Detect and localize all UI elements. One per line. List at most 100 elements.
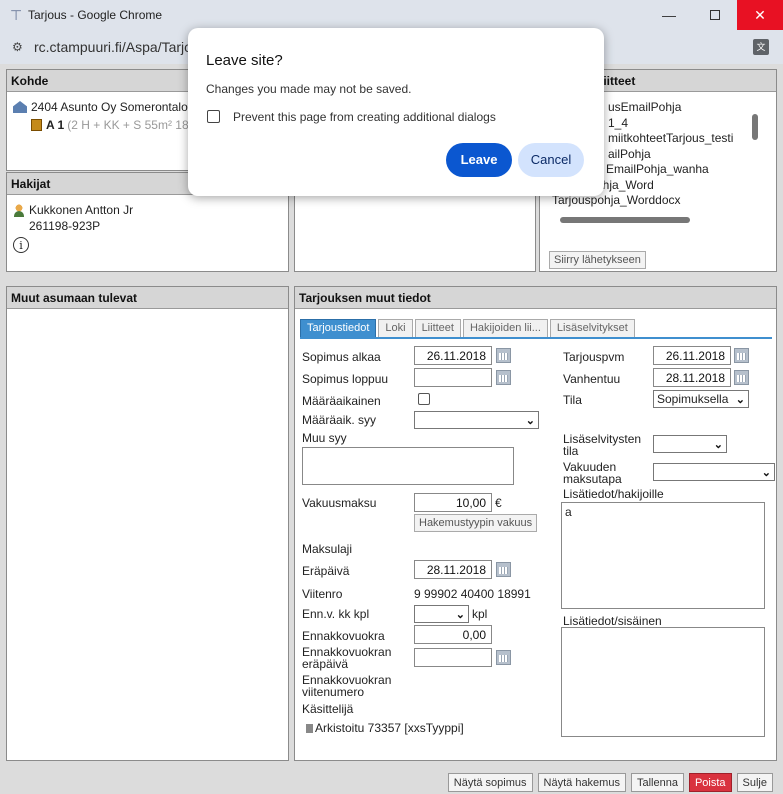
door-icon xyxy=(31,119,42,131)
ennakko-erapaiva-input[interactable] xyxy=(414,648,492,667)
calendar-icon[interactable] xyxy=(496,562,511,577)
label-sopimus-alkaa: Sopimus alkaa xyxy=(302,350,381,364)
chevron-down-icon: ⌄ xyxy=(713,438,723,451)
maaraaikainen-checkbox[interactable] xyxy=(418,393,430,405)
tarjous-header: Tarjouksen muut tiedot xyxy=(295,287,776,309)
applicant-row[interactable]: Kukkonen Antton Jr xyxy=(7,201,288,219)
label-muu-syy: Muu syy xyxy=(302,431,347,445)
calendar-icon[interactable] xyxy=(496,348,511,363)
maximize-button[interactable] xyxy=(692,0,738,30)
maaraaik-syy-select[interactable]: ⌄ xyxy=(414,411,539,429)
applicant-name[interactable]: Kukkonen Antton Jr xyxy=(29,203,133,217)
label-ennv-kk: Enn.v. kk kpl xyxy=(302,607,370,621)
kpl-unit: kpl xyxy=(472,607,488,621)
tab-underline xyxy=(300,337,772,339)
send-button[interactable]: Siirry lähetykseen xyxy=(549,251,646,269)
tallenna-button[interactable]: Tallenna xyxy=(630,773,684,792)
minimize-button[interactable]: — xyxy=(646,0,692,30)
calendar-icon[interactable] xyxy=(496,370,511,385)
info-icon[interactable]: i xyxy=(13,237,29,253)
vakuusmaksu-input[interactable]: 10,00 xyxy=(414,493,492,512)
lisatiedot-hakijoille-textarea[interactable]: a xyxy=(561,502,765,609)
label-kasittelija: Käsittelijä xyxy=(302,702,354,716)
translate-icon[interactable]: 文 xyxy=(753,39,769,55)
tarjouspvm-input[interactable]: 26.11.2018 xyxy=(653,346,731,365)
viitenro-value: 9 99902 40400 18991 xyxy=(414,587,531,601)
tab-lisaselvitykset[interactable]: Lisäselvitykset xyxy=(549,319,635,338)
tab-bar: Tarjoustiedot Loki Liitteet Hakijoiden l… xyxy=(300,319,635,338)
erapaiva-input[interactable]: 28.11.2018 xyxy=(414,560,492,579)
vakuuden-maksutapa-select[interactable]: ⌄ xyxy=(653,463,775,481)
calendar-icon[interactable] xyxy=(734,370,749,385)
label-lisaselv-tila-2: tila xyxy=(563,444,579,458)
attachment-scrollbar-v[interactable] xyxy=(751,102,759,212)
label-vanhentuu: Vanhentuu xyxy=(563,372,621,386)
label-ennakko-erapaiva-2: eräpäivä xyxy=(302,657,349,671)
muut-panel: Muut asumaan tulevat xyxy=(6,286,289,761)
lisatiedot-sisainen-textarea[interactable] xyxy=(561,627,765,737)
leave-site-dialog: Leave site? Changes you made may not be … xyxy=(188,28,604,196)
tab-liitteet[interactable]: Liitteet xyxy=(414,319,461,338)
dialog-title: Leave site? xyxy=(206,52,283,69)
tab-tarjoustiedot[interactable]: Tarjoustiedot xyxy=(300,319,377,338)
scroll-thumb[interactable] xyxy=(752,114,758,140)
label-ennakkovuokra: Ennakkovuokra xyxy=(302,629,385,643)
cancel-button[interactable]: Cancel xyxy=(518,143,584,177)
property-name[interactable]: 2404 Asunto Oy Somerontalot xyxy=(31,100,191,114)
label-vakuusmaksu: Vakuusmaksu xyxy=(302,496,377,510)
poista-button[interactable]: Poista xyxy=(688,773,732,792)
site-settings-icon[interactable]: ⚙ xyxy=(12,40,26,54)
user-icon xyxy=(13,203,25,217)
tab-loki[interactable]: Loki xyxy=(378,319,413,338)
chevron-down-icon: ⌄ xyxy=(525,414,535,427)
chevron-down-icon: ⌄ xyxy=(455,608,465,621)
label-maaraaikainen: Määräaikainen xyxy=(302,394,381,408)
label-tila: Tila xyxy=(563,393,582,407)
chevron-down-icon: ⌄ xyxy=(735,393,745,406)
apartment-detail: (2 H + KK + S 55m² 18 xyxy=(67,118,189,132)
browser-titlebar: ⊤ Tarjous - Google Chrome — ✕ xyxy=(0,0,783,30)
kasittelija-text: Arkistoitu 73357 [xxsTyyppi] xyxy=(315,721,464,735)
ennakkovuokra-input[interactable]: 0,00 xyxy=(414,625,492,644)
close-window-button[interactable]: ✕ xyxy=(737,0,783,30)
calendar-icon[interactable] xyxy=(734,348,749,363)
label-maaraaik-syy: Määräaik. syy xyxy=(302,413,377,427)
label-lisatiedot-sisainen: Lisätiedot/sisäinen xyxy=(563,614,662,628)
building-icon xyxy=(13,101,27,113)
vanhentuu-input[interactable]: 28.11.2018 xyxy=(653,368,731,387)
app-icon: ⊤ xyxy=(10,7,23,23)
tarjous-panel: Tarjouksen muut tiedot Tarjoustiedot Lok… xyxy=(294,286,777,761)
muut-header: Muut asumaan tulevat xyxy=(7,287,288,309)
applicant-id: 261198-923P xyxy=(29,219,101,233)
trash-icon[interactable] xyxy=(306,724,313,733)
sopimus-alkaa-input[interactable]: 26.11.2018 xyxy=(414,346,492,365)
url-text[interactable]: rc.ctampuuri.fi/Aspa/Tarjou xyxy=(34,39,200,55)
prevent-dialogs-label[interactable]: Prevent this page from creating addition… xyxy=(233,110,496,124)
nayta-hakemus-button[interactable]: Näytä hakemus xyxy=(537,773,626,792)
euro-symbol: € xyxy=(495,496,502,510)
sulje-button[interactable]: Sulje xyxy=(736,773,773,792)
label-vakuuden-2: maksutapa xyxy=(563,472,622,486)
calendar-icon[interactable] xyxy=(496,650,511,665)
sopimus-loppuu-input[interactable] xyxy=(414,368,492,387)
label-sopimus-loppuu: Sopimus loppuu xyxy=(302,372,389,386)
attachment-scrollbar-h[interactable] xyxy=(550,216,744,224)
dialog-message: Changes you made may not be saved. xyxy=(206,82,412,96)
ennv-kk-select[interactable]: ⌄ xyxy=(414,605,469,623)
chevron-down-icon: ⌄ xyxy=(761,466,771,479)
tab-hakijoiden-liitteet[interactable]: Hakijoiden lii... xyxy=(462,319,548,338)
label-erapaiva: Eräpäivä xyxy=(302,564,350,578)
label-tarjouspvm: Tarjouspvm xyxy=(563,350,625,364)
tila-select[interactable]: Sopimuksella ⌄ xyxy=(653,390,749,408)
tila-value: Sopimuksella xyxy=(657,392,729,406)
label-lisatiedot-hakijoille: Lisätiedot/hakijoille xyxy=(563,487,664,501)
scroll-thumb[interactable] xyxy=(560,217,690,223)
muu-syy-textarea[interactable] xyxy=(302,447,514,485)
vakuus-button[interactable]: Hakemustyypin vakuus xyxy=(414,514,538,532)
apartment-number[interactable]: A 1 xyxy=(46,118,64,132)
nayta-sopimus-button[interactable]: Näytä sopimus xyxy=(447,773,533,792)
leave-button[interactable]: Leave xyxy=(446,143,512,177)
lisaselv-tila-select[interactable]: ⌄ xyxy=(653,435,727,453)
action-buttons: Näytä sopimus Näytä hakemus Tallenna Poi… xyxy=(447,773,773,792)
prevent-dialogs-checkbox[interactable] xyxy=(207,110,220,123)
